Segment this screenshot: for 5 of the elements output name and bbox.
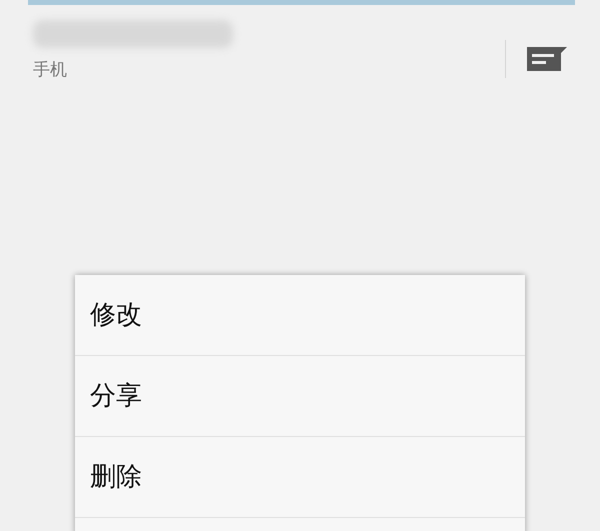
message-icon[interactable] [527,47,567,71]
menu-item[interactable]: 删除 [75,437,525,518]
menu-item[interactable]: 修改 [75,275,525,356]
menu-item[interactable]: 分享 [75,356,525,437]
phone-type-label: 手机 [33,59,67,81]
